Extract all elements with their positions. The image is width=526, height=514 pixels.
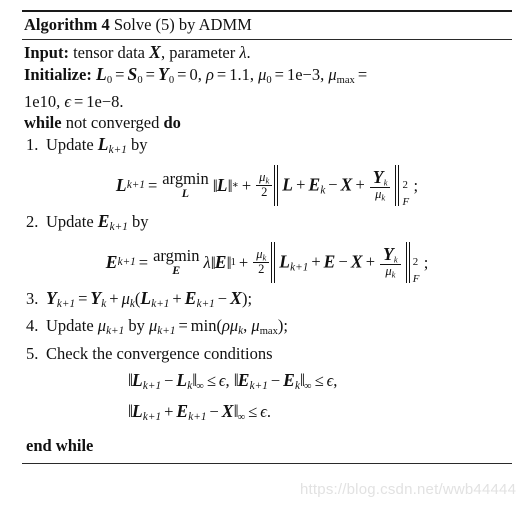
step-4-text-after: by [128, 316, 145, 336]
initialize-keyword: Initialize: [24, 64, 92, 84]
step-3-number: 3. [26, 288, 39, 308]
while-line: while not converged do [24, 112, 510, 134]
eq1-norm-close: ‖ [227, 175, 233, 196]
step-2-text-after: by [131, 211, 149, 231]
equation-1: Lk+1 = argmin L ‖ L ‖ ∗ + μk 2 L + Ek − X + Yk μk … [115, 165, 419, 208]
algorithm-bottom-rule [22, 462, 512, 464]
step-2-variable: E [97, 210, 110, 231]
eq2-argmin-limit: E [172, 262, 181, 277]
eq1-argmin-limit: L [181, 186, 190, 201]
init-epsilon-symbol: ϵ [64, 91, 71, 111]
end-while-line: end while [24, 432, 510, 459]
algorithm-label: Algorithm 4 [24, 15, 110, 34]
step-1-text-after: by [130, 134, 148, 154]
step-3-line: 3. Yk+1 = Yk + μk(Lk+1 + Ek+1− X); [26, 287, 253, 310]
eq1-lhs: L [115, 175, 127, 196]
algorithm-title-text: Solve (5) by ADMM [113, 15, 252, 34]
init-Y-symbol: Y [157, 63, 169, 84]
init-rho-symbol: ρ [205, 64, 214, 84]
step-2-number: 2. [26, 211, 39, 231]
eq2-fraction: μk 2 [253, 247, 270, 277]
eq1-fraction: μk 2 [256, 170, 273, 200]
while-condition: not converged [65, 113, 160, 133]
initialize-line-2: 1e10, ϵ = 1e−8. [24, 91, 124, 111]
init-L-symbol: L [95, 63, 107, 84]
step-5-number: 5. [26, 344, 39, 364]
eq2-argmin: argmin E [153, 247, 199, 277]
step-2-line: 2. Update Ek+1 by [26, 210, 149, 233]
eq1-big-bar-left [274, 165, 279, 207]
eq2-norm-close: ‖ [226, 252, 232, 273]
init-mumax-symbol: μ [328, 64, 337, 84]
equation-2: Ek+1 = argmin E λ ‖ E ‖ 1 + μk 2 Lk+1 + E − X + Yk… [105, 242, 429, 285]
eq2-norm-open: ‖ [210, 252, 216, 273]
eq2-lhs: E [105, 252, 118, 273]
algorithm-title: Algorithm 4 Solve (5) by ADMM [22, 12, 512, 39]
eq2-terminator: ; [423, 253, 429, 273]
init-S-symbol: S [127, 63, 138, 84]
input-text-middle: , parameter [161, 43, 236, 62]
input-tensor-symbol: X [149, 42, 162, 62]
eq1-norm-open: ‖ [212, 175, 218, 196]
algorithm-body: Input: tensor data X, parameter λ. Initi… [22, 40, 512, 463]
initialize-line-1: Initialize: L0 = S0 = Y0 = 0, ρ = 1.1, μ0 = 1e−3, … [24, 63, 368, 86]
step-1-number: 1. [26, 134, 39, 154]
eq2-frobenius-norm: Lk+1 + E − X + Yk μk 2 F [271, 242, 423, 285]
convergence-condition-2: ‖Lk+1 + Ek+1− X‖∞ ≤ ϵ. [128, 400, 272, 423]
eq1-terminator: ; [413, 176, 419, 196]
eq1-frobenius-norm: L + Ek − X + Yk μk 2 F [274, 165, 413, 208]
step-5-text: Check the convergence conditions [46, 344, 273, 364]
step-2-text-before: Update [46, 211, 94, 231]
watermark-text: https://blog.csdn.net/wwb44444 [300, 481, 517, 498]
algorithm-block: Algorithm 4 Solve (5) by ADMM Input: ten… [22, 10, 512, 464]
step-4-min-label: min [190, 316, 217, 336]
input-lambda-symbol: λ [239, 43, 247, 62]
step-4-text-before: Update [46, 316, 94, 336]
step-4-number: 4. [26, 316, 39, 336]
eq1-argmin: argmin L [162, 170, 208, 201]
convergence-conditions: ‖Lk+1− Lk‖∞ ≤ ϵ, ‖Ek+1− Ek‖∞ ≤ ϵ, ‖Lk+1 + Ek+1− X… [24, 368, 510, 430]
step-1-line: 1. Update Lk+1 by [26, 133, 148, 157]
input-keyword: Input: [24, 43, 69, 62]
step-5-line: 5. Check the convergence conditions [24, 343, 510, 365]
do-keyword: do [163, 113, 181, 133]
convergence-condition-1: ‖Lk+1− Lk‖∞ ≤ ϵ, ‖Ek+1− Ek‖∞ ≤ ϵ, [128, 369, 338, 392]
step-4-line: 4. Update μk+1 by μk+1 = min(ρμk, μmax); [26, 316, 288, 338]
input-line: Input: tensor data X, parameter λ. [24, 42, 510, 64]
eq2-big-bar-left [271, 242, 276, 284]
step-1-variable: L [97, 133, 109, 154]
input-text-before: tensor data [73, 43, 146, 62]
while-keyword: while [24, 113, 62, 133]
end-while-keyword: end while [26, 435, 94, 455]
eq2-lambda: λ [203, 253, 211, 273]
step-1-text-before: Update [46, 134, 94, 154]
eq2-big-bar-right [405, 242, 411, 284]
input-period: . [246, 43, 251, 62]
eq1-big-bar-right [395, 165, 400, 207]
